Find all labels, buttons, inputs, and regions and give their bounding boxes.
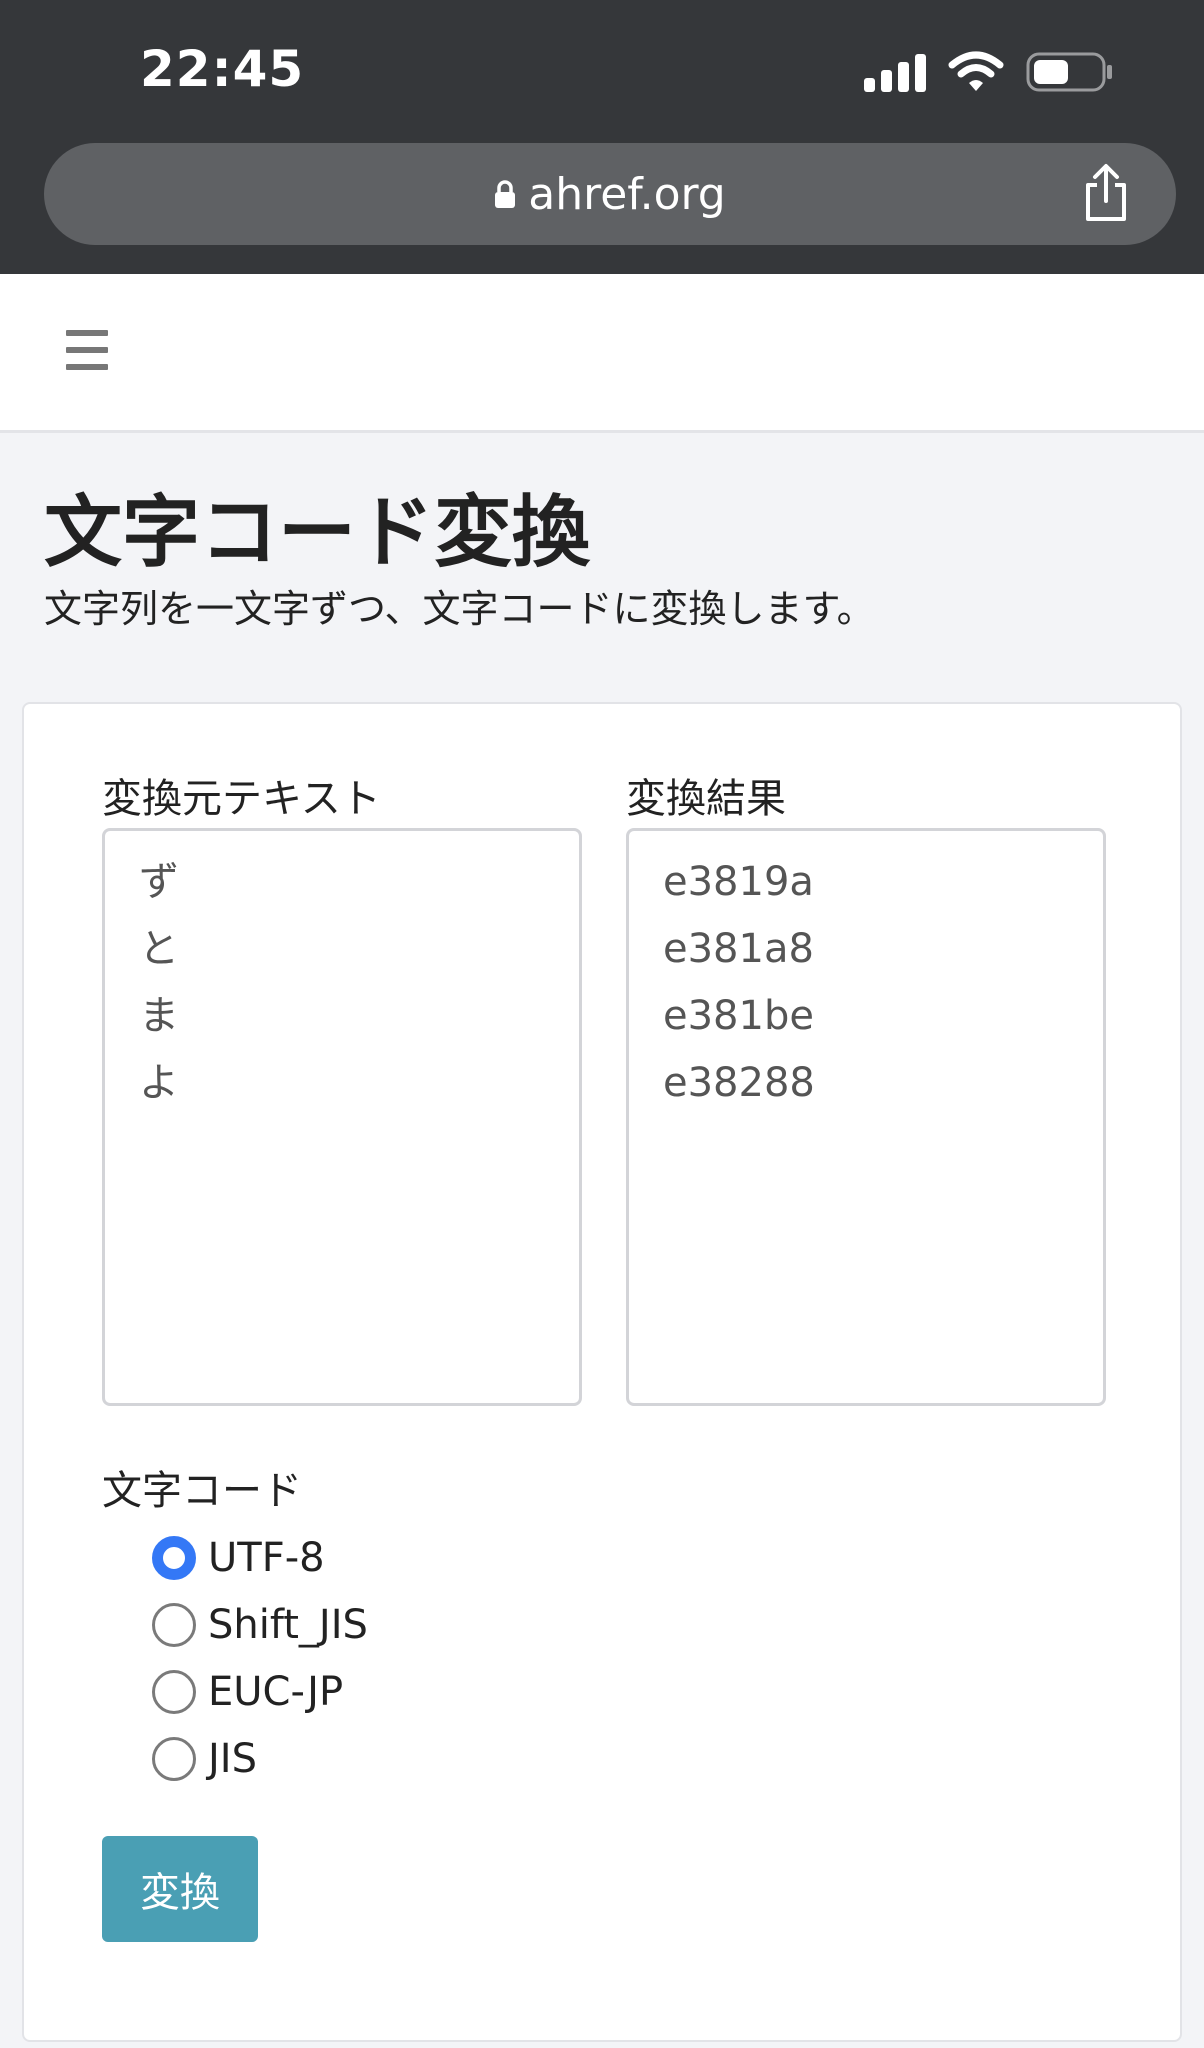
convert-button[interactable]: 変換: [102, 1836, 258, 1942]
page-subtitle: 文字列を一文字ずつ、文字コードに変換します。: [44, 587, 875, 631]
url-text: ahref.org: [528, 168, 726, 220]
wifi-icon: [948, 51, 1004, 91]
result-text-label: 変換結果: [626, 776, 786, 822]
radio-button[interactable]: [152, 1535, 196, 1580]
result-text-line: e381be: [663, 993, 814, 1039]
status-icons: [864, 48, 1114, 96]
address-bar[interactable]: ahref.org: [44, 143, 1176, 245]
result-text-line: e381a8: [663, 926, 814, 972]
encoding-option-utf-8[interactable]: UTF-8: [152, 1524, 368, 1591]
source-text-line: ず: [139, 859, 179, 905]
lock-icon: [495, 180, 516, 208]
result-text-line: e3819a: [663, 859, 814, 905]
source-text-line: ま: [139, 993, 179, 1039]
encoding-option-label: EUC-JP: [208, 1668, 344, 1715]
cellular-signal-icon: [864, 52, 926, 92]
converter-card: 変換元テキスト ずとまよ 変換結果 e3819a e381a8 e381be e382…: [22, 702, 1182, 2042]
menu-icon[interactable]: [66, 330, 108, 370]
source-text-label: 変換元テキスト: [102, 776, 381, 822]
result-text-output[interactable]: e3819a e381a8 e381be e38288: [626, 828, 1106, 1406]
source-text-input[interactable]: ずとまよ: [102, 828, 582, 1406]
encoding-label: 文字コード: [102, 1468, 302, 1514]
result-text-line: e38288: [663, 1060, 815, 1106]
radio-button[interactable]: [152, 1602, 196, 1647]
encoding-radio-group: UTF-8 Shift_JIS EUC-JP JIS: [152, 1524, 368, 1792]
encoding-option-label: UTF-8: [208, 1534, 325, 1581]
encoding-option-euc-jp[interactable]: EUC-JP: [152, 1658, 368, 1725]
radio-button[interactable]: [152, 1736, 196, 1781]
page-title: 文字コード変換: [44, 488, 591, 578]
source-text-line: と: [139, 926, 179, 972]
encoding-option-label: Shift_JIS: [208, 1601, 368, 1648]
status-time: 22:45: [140, 40, 305, 98]
site-header: [0, 274, 1204, 433]
encoding-option-shift-jis[interactable]: Shift_JIS: [152, 1591, 368, 1658]
share-icon[interactable]: [1076, 163, 1136, 223]
battery-icon: [1026, 52, 1112, 92]
radio-button[interactable]: [152, 1669, 196, 1714]
source-text-line: よ: [139, 1060, 179, 1106]
encoding-option-label: JIS: [208, 1735, 257, 1782]
encoding-option-jis[interactable]: JIS: [152, 1725, 368, 1792]
browser-chrome: 22:45 ahref.org: [0, 0, 1204, 274]
url-display[interactable]: ahref.org: [44, 143, 1176, 245]
